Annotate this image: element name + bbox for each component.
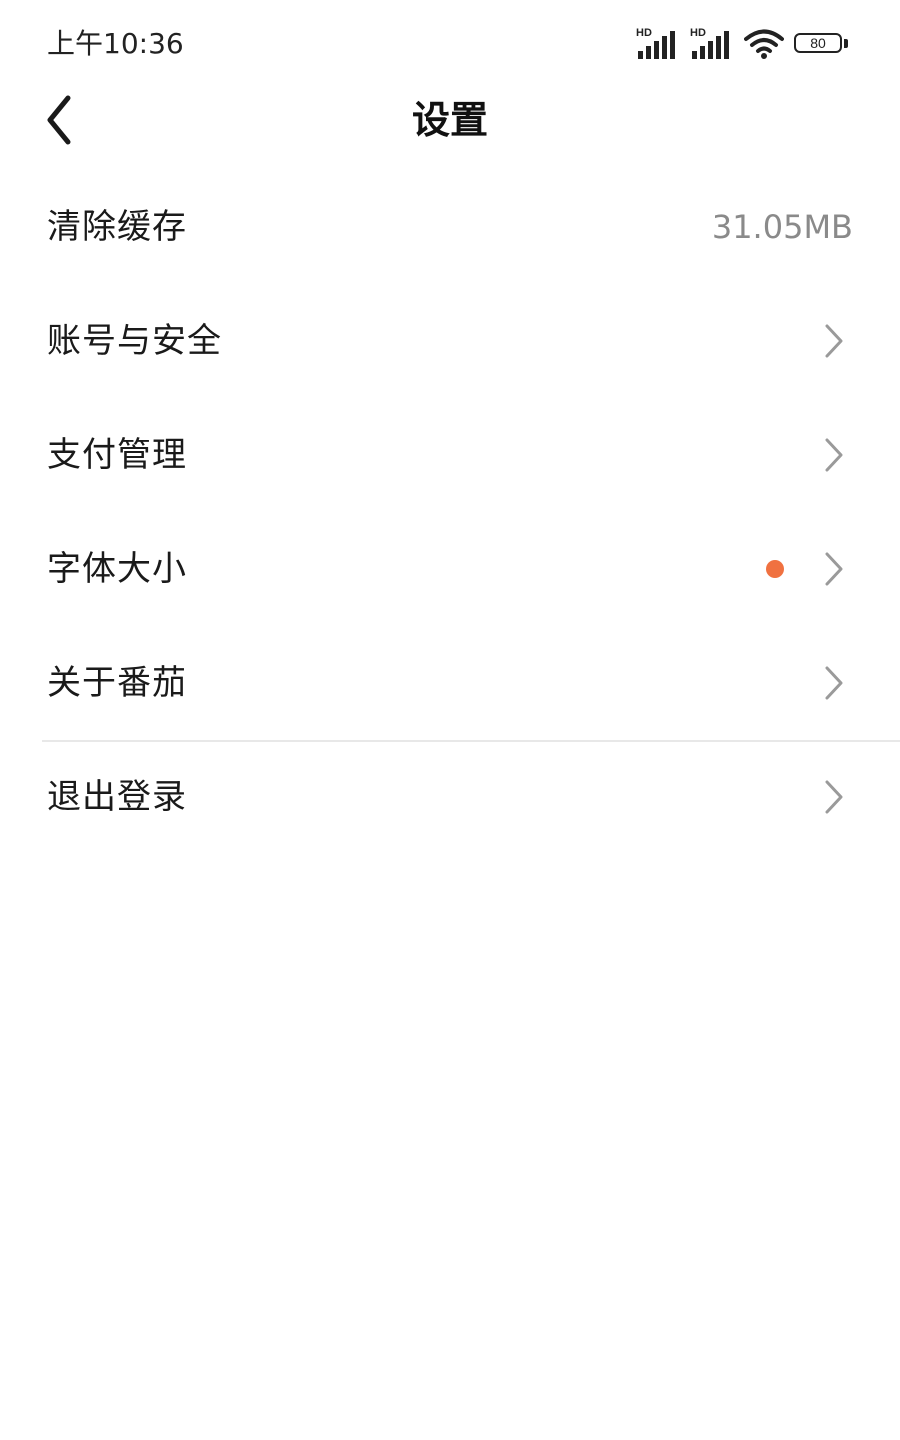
- status-time: 上午10:36: [47, 27, 184, 60]
- about-label: 关于番茄: [47, 663, 187, 703]
- signal-icon: HD: [690, 27, 734, 61]
- payment-management-row[interactable]: 支付管理: [0, 398, 900, 512]
- chevron-right-icon: [825, 780, 843, 814]
- header: 设置: [0, 88, 900, 152]
- font-size-label: 字体大小: [47, 549, 187, 589]
- logout-label: 退出登录: [47, 777, 187, 817]
- notification-dot: [766, 560, 784, 578]
- status-icons: HD HD 80: [636, 26, 850, 62]
- chevron-right-icon: [825, 324, 843, 358]
- signal-icon: HD: [636, 27, 680, 61]
- about-row[interactable]: 关于番茄: [0, 626, 900, 740]
- wifi-icon: [744, 29, 784, 59]
- account-security-row[interactable]: 账号与安全: [0, 284, 900, 398]
- settings-list: 清除缓存 31.05MB 账号与安全 支付管理 字体大小 关于番茄 退出登录: [0, 170, 900, 854]
- page-title: 设置: [411, 98, 488, 142]
- battery-level: 80: [810, 35, 826, 51]
- chevron-right-icon: [825, 666, 843, 700]
- clear-cache-row[interactable]: 清除缓存 31.05MB: [0, 170, 900, 284]
- status-bar: 上午10:36 HD HD 80: [0, 0, 900, 88]
- logout-row[interactable]: 退出登录: [0, 740, 900, 854]
- account-security-label: 账号与安全: [47, 321, 222, 361]
- font-size-row[interactable]: 字体大小: [0, 512, 900, 626]
- chevron-right-icon: [825, 438, 843, 472]
- battery-icon: 80: [794, 31, 850, 57]
- clear-cache-label: 清除缓存: [47, 207, 187, 247]
- chevron-right-icon: [825, 552, 843, 586]
- cache-size-value: 31.05MB: [711, 208, 853, 246]
- payment-management-label: 支付管理: [47, 435, 187, 475]
